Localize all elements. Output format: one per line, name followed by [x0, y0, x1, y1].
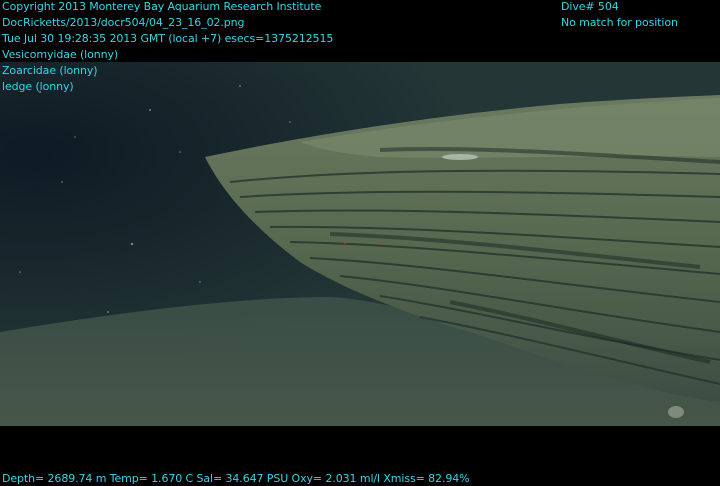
seafloor-scene-graphic: [0, 62, 720, 426]
video-frame: Copyright 2013 Monterey Bay Aquarium Res…: [0, 0, 720, 486]
overlay-left-block: Copyright 2013 Monterey Bay Aquarium Res…: [2, 0, 333, 95]
copyright-text: Copyright 2013 Monterey Bay Aquarium Res…: [2, 0, 322, 13]
seafloor-ledge-image: [0, 62, 720, 426]
annotation-item: Zoarcidae (lonny): [2, 64, 98, 77]
filename-text: DocRicketts/2013/docr504/04_23_16_02.png: [2, 16, 245, 29]
overlay-right-block: Dive# 504 No match for position: [561, 0, 678, 31]
timestamp-text: Tue Jul 30 19:28:35 2013 GMT (local +7) …: [2, 32, 334, 45]
annotation-item: ledge (lonny): [2, 80, 74, 93]
dive-number-text: Dive# 504: [561, 0, 619, 13]
annotation-item: Vesicomyidae (lonny): [2, 48, 119, 61]
sensor-readout: Depth= 2689.74 m Temp= 1.670 C Sal= 34.6…: [2, 472, 470, 485]
position-status-text: No match for position: [561, 16, 678, 29]
